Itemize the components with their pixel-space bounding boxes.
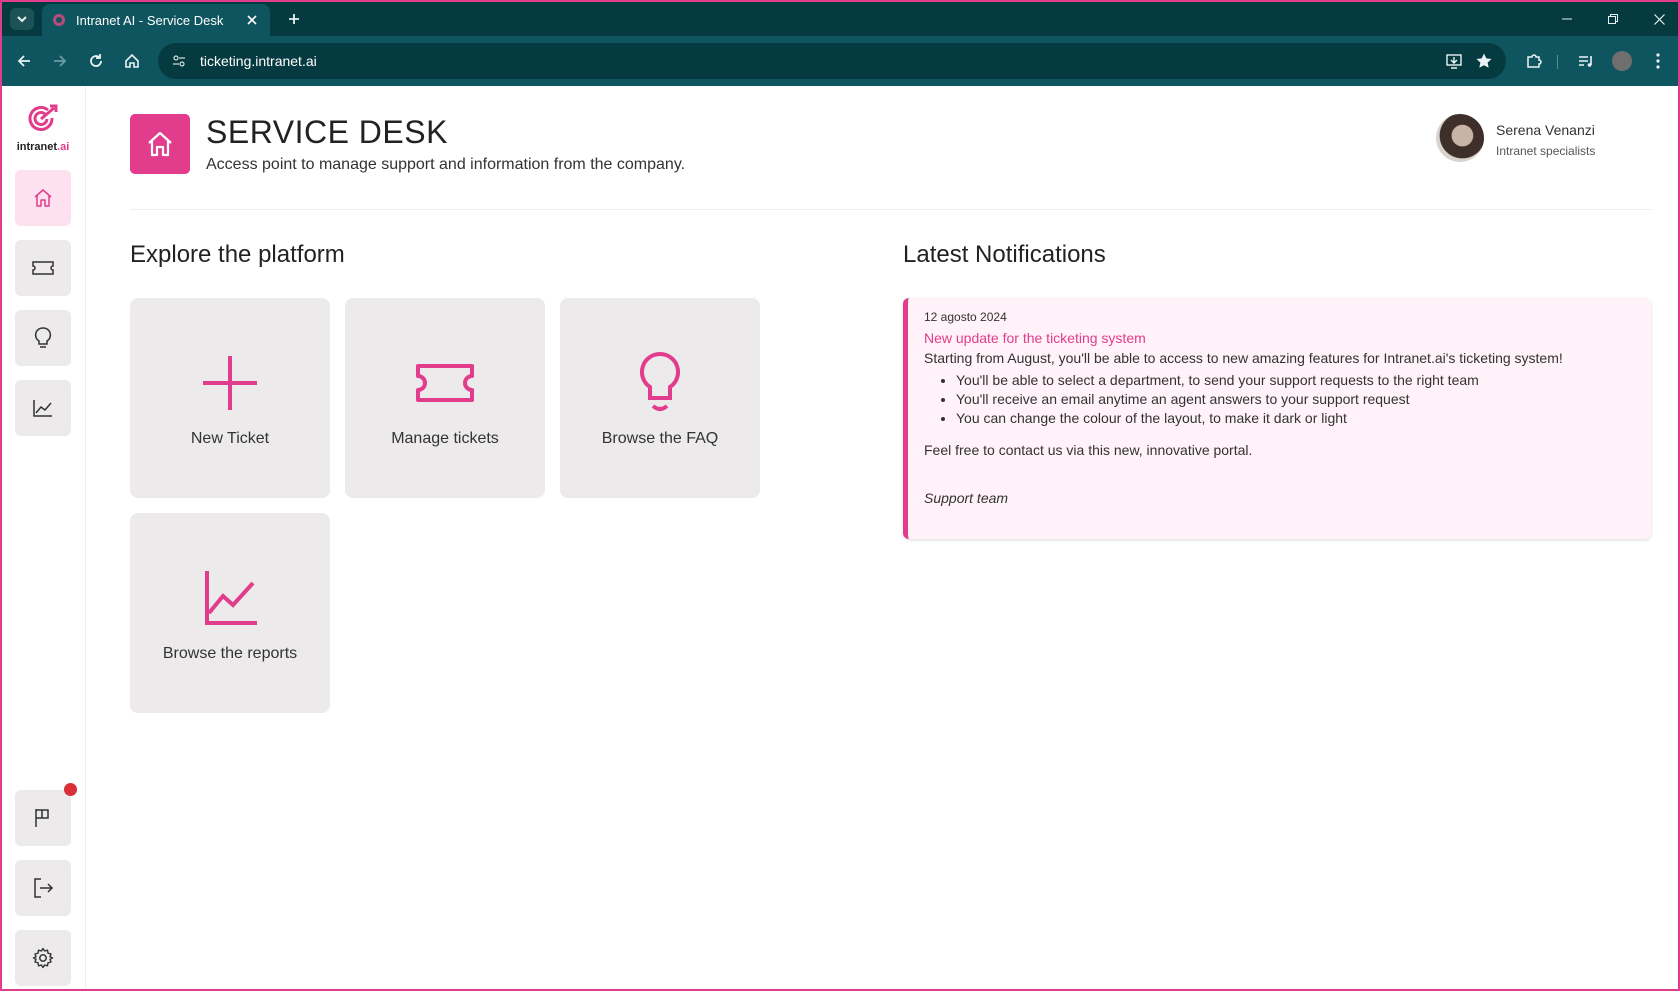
tile-label: New Ticket	[190, 430, 270, 447]
explore-section-title: Explore the platform	[130, 241, 345, 268]
gear-icon	[32, 947, 54, 969]
avatar	[1436, 114, 1484, 162]
site-info-icon[interactable]	[168, 50, 190, 72]
tile-label: Browse the reports	[162, 645, 298, 662]
browser-tab[interactable]: Intranet AI - Service Desk	[42, 4, 270, 36]
home-browser-button[interactable]	[118, 47, 146, 75]
ticket-icon	[32, 261, 54, 275]
page-header: SERVICE DESK Access point to manage supp…	[130, 114, 1652, 210]
sidebar-item-faq[interactable]	[15, 310, 71, 366]
logout-icon	[34, 878, 54, 898]
playlist-icon	[1579, 56, 1592, 67]
browser-toolbar: ticketing.intranet.ai	[2, 36, 1678, 86]
tile-label: Manage tickets	[391, 430, 499, 447]
user-name: Serena Venanzi	[1496, 122, 1595, 138]
notifications-section-title: Latest Notifications	[903, 241, 1106, 268]
flag-icon	[35, 809, 49, 827]
sidebar-item-settings[interactable]	[15, 930, 71, 986]
sidebar-item-home[interactable]	[15, 170, 71, 226]
close-window-button[interactable]	[1636, 2, 1680, 36]
close-icon	[1653, 13, 1665, 25]
restore-icon	[1608, 14, 1618, 24]
toolbar-separator	[1557, 55, 1558, 69]
page-content: intranet.ai SERVICE DESK Access point to…	[2, 86, 1678, 989]
close-tab-icon[interactable]	[244, 12, 260, 28]
target-logo-icon	[28, 104, 58, 131]
ticket-icon	[416, 364, 474, 402]
page-subtitle: Access point to manage support and infor…	[206, 156, 686, 173]
sidebar-item-reports[interactable]	[15, 380, 71, 436]
browser-tab-strip: Intranet AI - Service Desk	[2, 2, 1678, 36]
list-item: You can change the colour of the layout,…	[956, 410, 1635, 426]
home-icon	[34, 189, 52, 207]
media-control-button[interactable]	[1572, 47, 1600, 75]
notification-date: 12 agosto 2024	[924, 310, 1007, 324]
url-text: ticketing.intranet.ai	[200, 53, 317, 69]
sidebar-item-tickets[interactable]	[15, 240, 71, 296]
notification-intro: Starting from August, you'll be able to …	[924, 350, 1563, 366]
sidebar-item-logout[interactable]	[15, 860, 71, 916]
main-content: SERVICE DESK Access point to manage supp…	[130, 86, 1652, 989]
back-button[interactable]	[10, 47, 38, 75]
forward-button[interactable]	[46, 47, 74, 75]
notification-signature: Support team	[924, 490, 1009, 506]
notification-card: 12 agosto 2024 New update for the ticket…	[903, 298, 1651, 539]
more-vertical-icon	[1656, 53, 1660, 69]
minimize-icon	[1562, 18, 1572, 20]
page-title: SERVICE DESK	[206, 114, 448, 150]
logo[interactable]: intranet.ai	[12, 104, 74, 154]
user-profile[interactable]: Serena Venanzi Intranet specialists	[1436, 114, 1656, 164]
chevron-down-icon	[17, 16, 27, 23]
tile-new-ticket[interactable]: New Ticket	[130, 298, 330, 498]
install-app-icon[interactable]	[1442, 50, 1466, 72]
tab-search-button[interactable]	[10, 8, 34, 30]
plus-icon	[203, 356, 257, 410]
list-item: You'll receive an email anytime an agent…	[956, 391, 1635, 407]
reload-button[interactable]	[82, 47, 110, 75]
notification-title-link[interactable]: New update for the ticketing system	[924, 330, 1635, 346]
logo-text: intranet.ai	[16, 141, 70, 153]
tile-manage-tickets[interactable]: Manage tickets	[345, 298, 545, 498]
tile-label: Browse the FAQ	[601, 430, 719, 447]
lightbulb-icon	[639, 351, 681, 411]
new-tab-button[interactable]	[282, 8, 306, 30]
puzzle-icon	[1527, 54, 1542, 68]
home-icon	[125, 53, 139, 68]
lightbulb-icon	[34, 327, 52, 348]
arrow-left-icon	[17, 55, 30, 67]
chart-icon	[205, 571, 257, 625]
user-role: Intranet specialists	[1496, 144, 1596, 158]
notification-badge	[64, 783, 77, 796]
bookmark-star-icon[interactable]	[1472, 50, 1496, 72]
reload-icon	[90, 54, 102, 67]
list-item: You'll be able to select a department, t…	[956, 372, 1635, 388]
profile-button[interactable]	[1608, 47, 1636, 75]
tile-browse-faq[interactable]: Browse the FAQ	[560, 298, 760, 498]
notification-outro: Feel free to contact us via this new, in…	[924, 442, 1253, 458]
notification-bullet-list: You'll be able to select a department, t…	[924, 372, 1635, 426]
address-bar[interactable]: ticketing.intranet.ai	[158, 43, 1506, 79]
arrow-right-icon	[54, 55, 67, 67]
chart-icon	[33, 400, 52, 417]
header-home-icon	[130, 114, 190, 174]
sidebar: intranet.ai	[2, 86, 86, 989]
tab-title: Intranet AI - Service Desk	[76, 12, 224, 28]
tile-browse-reports[interactable]: Browse the reports	[130, 513, 330, 713]
sidebar-item-notifications[interactable]	[15, 790, 71, 846]
minimize-button[interactable]	[1544, 2, 1590, 36]
extensions-button[interactable]	[1520, 47, 1548, 75]
favicon-icon	[53, 14, 65, 26]
restore-button[interactable]	[1590, 2, 1636, 36]
browser-menu-button[interactable]	[1644, 47, 1672, 75]
plus-icon	[289, 14, 299, 24]
profile-avatar-icon	[1612, 51, 1632, 71]
